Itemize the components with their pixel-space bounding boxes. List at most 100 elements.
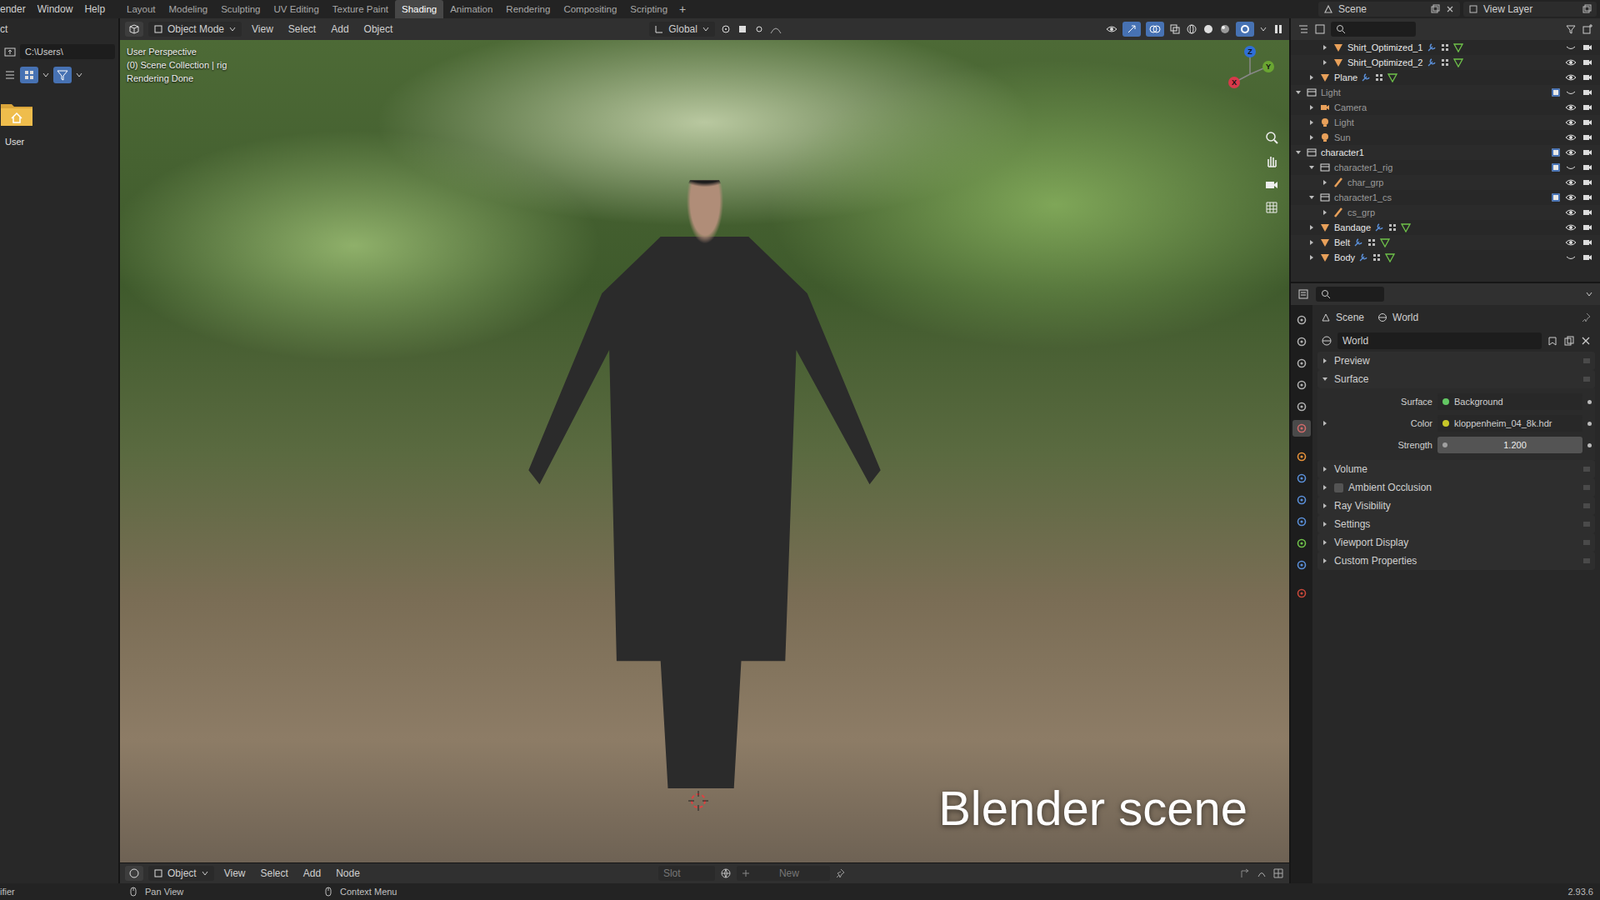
copy-icon[interactable] [1430, 4, 1440, 15]
hand-icon[interactable] [1264, 153, 1280, 169]
expand-arrow-icon[interactable] [1307, 103, 1316, 112]
mesh-data-icon[interactable] [1400, 222, 1411, 233]
pin-icon[interactable] [835, 867, 847, 880]
panel-header[interactable]: Volume [1317, 460, 1595, 479]
axis-ball[interactable]: X [1228, 76, 1240, 89]
expand-arrow-icon[interactable] [1307, 163, 1316, 172]
workspace-tab[interactable]: Layout [120, 0, 163, 19]
outliner-row[interactable]: Camera [1290, 100, 1600, 115]
outliner-icon[interactable] [1297, 23, 1310, 35]
vertex-group-icon[interactable] [1440, 42, 1450, 53]
eye-icon[interactable] [1565, 71, 1577, 84]
drag-handle-icon[interactable] [1581, 500, 1592, 511]
properties-tab[interactable] [1292, 470, 1311, 487]
mesh-data-icon[interactable] [1387, 72, 1398, 83]
eye-icon[interactable] [1565, 56, 1577, 69]
expand-arrow-icon[interactable] [1320, 208, 1330, 217]
drag-handle-icon[interactable] [1581, 537, 1592, 548]
panel-header[interactable]: Ambient Occlusion [1317, 478, 1595, 497]
properties-tab[interactable] [1292, 398, 1311, 415]
viewport-menu[interactable]: View [246, 21, 279, 37]
render-camera-icon[interactable] [1581, 161, 1594, 174]
editor-type-button[interactable] [125, 865, 144, 881]
drag-handle-icon[interactable] [1581, 355, 1592, 366]
modifier-icon[interactable] [1426, 57, 1437, 68]
expand-arrow-icon[interactable] [1294, 148, 1303, 157]
eye-icon[interactable] [1565, 221, 1577, 234]
panel-header[interactable]: Ray Visibility [1317, 496, 1595, 515]
eye-closed-icon[interactable] [1565, 41, 1577, 54]
eye-icon[interactable] [1565, 176, 1577, 189]
expand-arrow-icon[interactable] [1307, 73, 1316, 82]
modifier-icon[interactable] [1426, 42, 1437, 53]
property-field[interactable]: kloppenheim_04_8k.hdr [1437, 415, 1583, 432]
node-menu[interactable]: Select [255, 865, 293, 881]
panel-checkbox[interactable] [1334, 483, 1344, 493]
eye-closed-icon[interactable] [1565, 251, 1577, 264]
drag-handle-icon[interactable] [1581, 482, 1592, 493]
pin-icon[interactable] [1581, 312, 1592, 323]
render-camera-icon[interactable] [1581, 56, 1594, 69]
slot-dropdown[interactable]: Slot [658, 865, 715, 881]
expand-arrow-icon[interactable] [1307, 238, 1316, 247]
render-camera-icon[interactable] [1581, 191, 1594, 204]
parent-folder-icon[interactable] [3, 45, 17, 59]
keyframe-dot[interactable] [1587, 443, 1592, 448]
duplicate-icon[interactable] [1563, 335, 1575, 347]
eye-closed-icon[interactable] [1565, 161, 1577, 174]
mesh-data-icon[interactable] [1453, 57, 1464, 68]
properties-tab[interactable] [1292, 491, 1311, 509]
expand-arrow-icon[interactable] [1307, 133, 1316, 142]
axis-ball[interactable]: Y [1262, 60, 1275, 73]
rendered-shading-button[interactable] [1235, 21, 1255, 37]
render-camera-icon[interactable] [1581, 41, 1594, 54]
outliner-row[interactable]: Plane [1290, 70, 1600, 85]
dropdown-icon[interactable] [1259, 25, 1268, 34]
eye-icon[interactable] [1565, 131, 1577, 144]
mode-dropdown[interactable]: Object Mode [148, 21, 242, 37]
xray-icon[interactable] [1169, 23, 1181, 35]
modifier-icon[interactable] [1353, 237, 1364, 248]
exclude-checkbox[interactable] [1551, 148, 1560, 157]
render-camera-icon[interactable] [1581, 146, 1594, 159]
outliner-row[interactable]: Shirt_Optimized_1 [1290, 40, 1600, 55]
eye-icon[interactable] [1565, 206, 1577, 219]
workspace-tab[interactable]: Sculpting [214, 0, 267, 19]
properties-icon[interactable] [1297, 288, 1310, 300]
visibility-icon[interactable] [1105, 23, 1118, 35]
expand-arrow-icon[interactable] [1294, 88, 1303, 97]
close-icon[interactable] [1445, 4, 1455, 15]
viewport-menu[interactable]: Add [325, 21, 354, 37]
render-camera-icon[interactable] [1581, 116, 1594, 129]
world-browse-icon[interactable] [1320, 335, 1333, 347]
vertex-group-icon[interactable] [1440, 57, 1450, 68]
outliner-row[interactable]: char_grp [1290, 175, 1600, 190]
properties-search[interactable] [1315, 286, 1385, 302]
vertex-group-icon[interactable] [1374, 72, 1385, 83]
workspace-tab[interactable]: Modeling [162, 0, 215, 19]
pivot-icon[interactable] [720, 23, 732, 35]
outliner-row[interactable]: character1 [1290, 145, 1600, 160]
eye-icon[interactable] [1565, 101, 1577, 114]
workspace-tab[interactable]: Compositing [556, 0, 624, 19]
outliner-row[interactable]: Bandage [1290, 220, 1600, 235]
panel-header[interactable]: Custom Properties [1317, 551, 1595, 570]
menu-item[interactable]: Window [37, 3, 74, 15]
outliner-row[interactable]: Light [1290, 85, 1600, 100]
viewport-menu[interactable]: Select [283, 21, 321, 37]
dropdown-icon[interactable] [1585, 290, 1594, 299]
snap-icon[interactable] [736, 23, 749, 35]
panel-header[interactable]: Settings [1317, 515, 1595, 534]
unlink-icon[interactable] [1580, 335, 1592, 347]
eye-icon[interactable] [1565, 116, 1577, 129]
outliner-row[interactable]: Light [1290, 115, 1600, 130]
wireframe-icon[interactable] [1185, 23, 1198, 35]
file-item[interactable]: User [0, 88, 119, 147]
dropdown-icon[interactable] [41, 70, 50, 80]
mesh-data-icon[interactable] [1380, 237, 1390, 248]
material-preview-icon[interactable] [1219, 23, 1231, 35]
outliner-row[interactable]: Shirt_Optimized_2 [1290, 55, 1600, 70]
zoom-icon[interactable] [1264, 130, 1280, 145]
properties-tab[interactable] [1292, 535, 1311, 552]
view-layer-selector[interactable]: View Layer [1463, 1, 1597, 17]
